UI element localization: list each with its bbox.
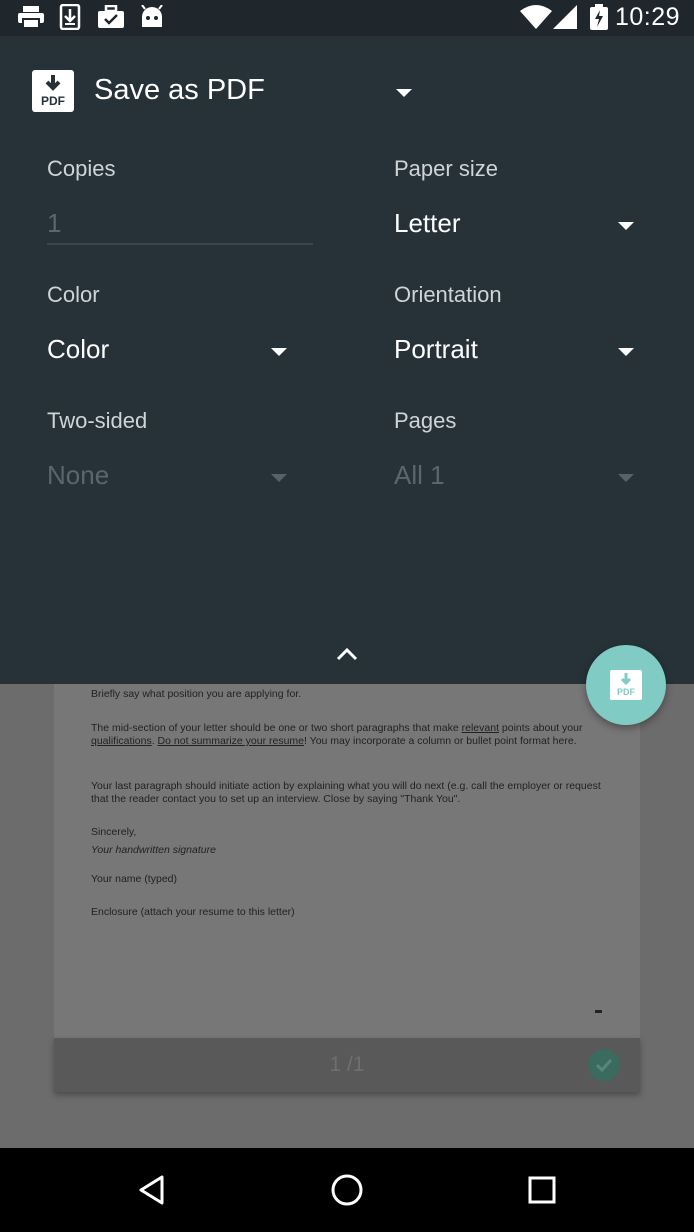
- destination-selector[interactable]: PDF Save as PDF: [32, 70, 422, 116]
- preview-line: Your name (typed): [91, 873, 177, 885]
- print-options-panel: PDF Save as PDF Copies 1 Paper size Lett…: [0, 36, 694, 684]
- signal-icon: [553, 4, 577, 30]
- paper-size-value: Letter: [394, 208, 461, 238]
- preview-text: relevant: [461, 722, 499, 734]
- android-icon: [139, 4, 165, 30]
- chevron-down-icon: [396, 89, 412, 97]
- fab-label: PDF: [617, 687, 635, 697]
- orientation-select[interactable]: Portrait: [394, 332, 644, 372]
- color-label: Color: [47, 282, 100, 307]
- back-triangle-icon: [139, 1175, 164, 1205]
- orientation-label: Orientation: [394, 282, 502, 307]
- paper-size-label: Paper size: [394, 156, 498, 181]
- chevron-down-icon: [271, 348, 287, 356]
- preview-text: The mid-section of your letter should be…: [91, 722, 459, 734]
- copies-label: Copies: [47, 156, 116, 181]
- chevron-down-icon: [618, 222, 634, 230]
- download-icon: [58, 4, 82, 30]
- check-icon: [595, 1058, 613, 1073]
- preview-line: Your handwritten signature: [91, 844, 216, 856]
- svg-text:PDF: PDF: [41, 94, 65, 108]
- two-sided-select: None: [47, 458, 297, 498]
- pages-select: All 1: [394, 458, 644, 498]
- chevron-up-icon: [336, 647, 358, 661]
- collapse-options-button[interactable]: [327, 636, 367, 672]
- recents-square-icon: [528, 1176, 556, 1204]
- paper-size-select[interactable]: Letter: [394, 206, 644, 246]
- two-sided-label: Two-sided: [47, 408, 148, 433]
- recents-button[interactable]: [522, 1170, 562, 1210]
- copies-underline: [47, 243, 313, 245]
- preview-line: Enclosure (attach your resume to this le…: [91, 906, 295, 918]
- preview-text: ! You may incorporate a column or bullet…: [304, 735, 577, 747]
- pages-label: Pages: [394, 408, 457, 433]
- back-button[interactable]: [132, 1170, 172, 1210]
- chevron-down-icon: [618, 474, 634, 482]
- page-indicator: 1 /1: [329, 1053, 365, 1076]
- chevron-down-icon: [618, 348, 634, 356]
- pdf-icon: PDF: [32, 70, 74, 112]
- clock-time: 10:29: [614, 3, 680, 31]
- color-value: Color: [47, 334, 110, 364]
- preview-paragraph: Your last paragraph should initiate acti…: [91, 780, 601, 805]
- preview-paragraph: The mid-section of your letter should be…: [91, 722, 583, 747]
- wifi-icon: [520, 4, 552, 30]
- page-selected-check[interactable]: [588, 1049, 620, 1081]
- briefcase-icon: [96, 4, 126, 30]
- preview-page[interactable]: Briefly say what position you are applyi…: [54, 684, 640, 1038]
- orientation-value: Portrait: [394, 334, 478, 364]
- two-sided-value: None: [47, 460, 110, 490]
- home-circle-icon: [331, 1174, 363, 1206]
- status-bar: 10:29: [0, 0, 694, 36]
- destination-label: Save as PDF: [94, 74, 265, 106]
- preview-text: qualifications: [91, 735, 152, 747]
- print-preview-area: Briefly say what position you are applyi…: [0, 684, 694, 1148]
- preview-page-footer: 1 /1: [54, 1038, 640, 1092]
- preview-text: points about your: [501, 722, 583, 734]
- copies-input[interactable]: 1: [47, 208, 61, 239]
- navigation-bar: [0, 1148, 694, 1232]
- preview-line: Sincerely,: [91, 826, 137, 838]
- preview-line: Briefly say what position you are applyi…: [91, 688, 302, 700]
- battery-charging-icon: [589, 4, 609, 30]
- pages-value: All 1: [394, 460, 445, 490]
- chevron-down-icon: [271, 474, 287, 482]
- preview-mark: [595, 1010, 602, 1013]
- color-select[interactable]: Color: [47, 332, 297, 372]
- save-pdf-fab[interactable]: PDF: [586, 645, 666, 725]
- preview-text: Do not summarize your resume: [157, 735, 305, 747]
- print-icon: [16, 4, 46, 30]
- home-button[interactable]: [327, 1170, 367, 1210]
